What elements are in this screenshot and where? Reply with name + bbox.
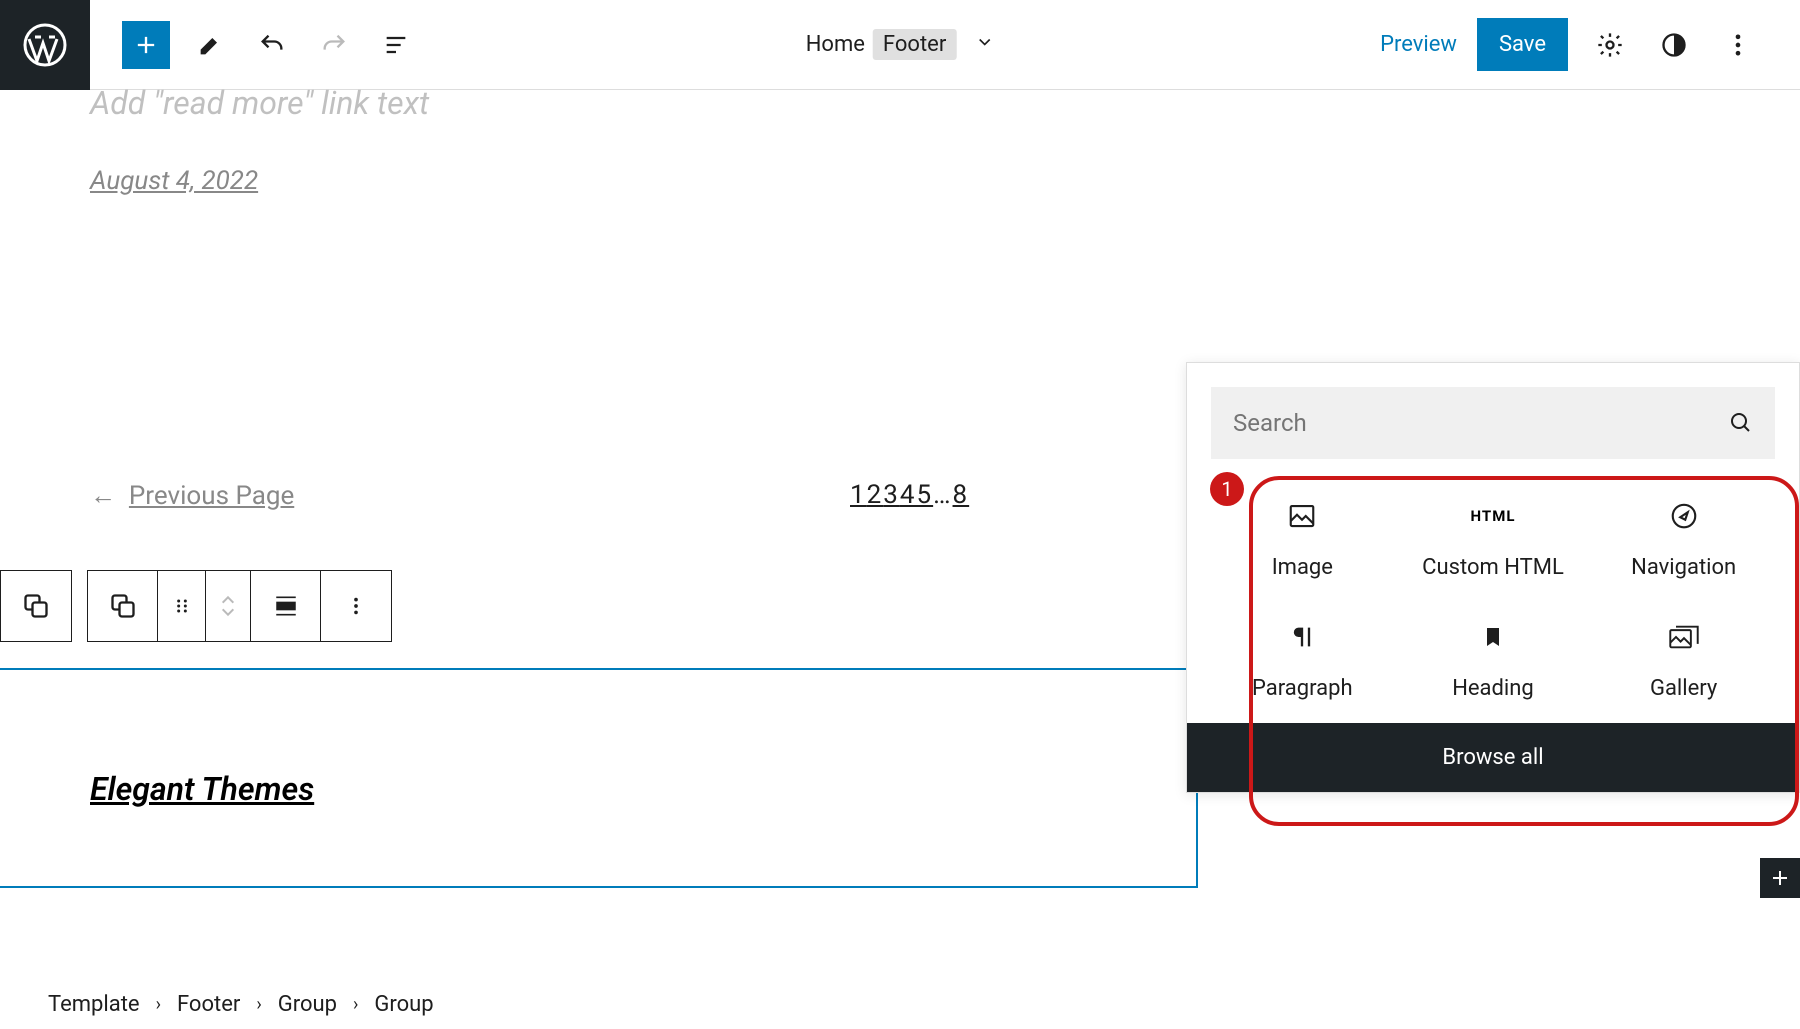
block-item-custom-html[interactable]: HTML Custom HTML [1398,499,1589,580]
block-label: Image [1272,555,1333,580]
block-label: Paragraph [1252,676,1353,701]
kebab-icon [345,595,367,617]
block-more-button[interactable] [321,571,391,641]
page-dots: … [933,480,952,510]
block-label: Gallery [1650,676,1717,701]
align-full-icon [273,593,299,619]
template-selector[interactable]: Home Footer [806,29,995,60]
compass-icon [1669,499,1699,533]
group-icon [109,592,137,620]
block-label: Heading [1452,676,1534,701]
more-options-button[interactable] [1716,23,1760,67]
block-label: Navigation [1631,555,1736,580]
redo-icon [320,31,348,59]
previous-page-label[interactable]: Previous Page [129,481,294,511]
undo-button[interactable] [250,23,294,67]
breadcrumb-item[interactable]: Footer [177,992,240,1017]
select-parent-button[interactable] [1,571,71,641]
plus-icon [1768,866,1792,890]
block-inserter-popup: Image HTML Custom HTML Navigation Paragr… [1186,362,1800,793]
annotation-badge: 1 [1210,472,1244,506]
block-item-navigation[interactable]: Navigation [1588,499,1779,580]
block-item-image[interactable]: Image [1207,499,1398,580]
breadcrumb-item[interactable]: Group [278,992,337,1017]
drag-handle[interactable] [158,571,206,641]
read-more-placeholder[interactable]: Add "read more" link text [90,84,429,122]
parent-block-selector [0,570,72,642]
page-5[interactable]: 5 [917,480,934,510]
breadcrumb-item[interactable]: Template [48,992,140,1017]
wordpress-icon [21,21,69,69]
block-item-heading[interactable]: Heading [1398,620,1589,701]
pencil-icon [196,31,224,59]
image-icon [1287,499,1317,533]
previous-page-link[interactable]: ← Previous Page [90,480,294,511]
block-appender-button[interactable] [1760,858,1800,898]
move-arrows [206,571,251,641]
gallery-icon [1668,620,1700,654]
page-3[interactable]: 3 [883,480,900,510]
block-item-gallery[interactable]: Gallery [1588,620,1779,701]
preview-button[interactable]: Preview [1380,32,1457,57]
editor-canvas: Add "read more" link text August 4, 2022… [0,90,1800,989]
block-type-button[interactable] [88,571,158,641]
undo-icon [258,31,286,59]
breadcrumb-item[interactable]: Group [374,992,433,1017]
html-icon: HTML [1471,499,1516,533]
edit-tool-button[interactable] [188,23,232,67]
page-1[interactable]: 1 [850,480,867,510]
block-toolbar [0,570,392,642]
bookmark-icon [1481,620,1505,654]
page-8[interactable]: 8 [953,480,970,510]
browse-all-button[interactable]: Browse all [1187,723,1799,792]
template-part-badge: Footer [873,29,956,60]
template-home-label: Home [806,32,865,57]
chevron-up-icon[interactable] [220,594,236,606]
list-view-button[interactable] [374,23,418,67]
plus-icon [132,31,160,59]
wordpress-logo[interactable] [0,0,90,90]
pagination[interactable]: 12345…8 [850,480,969,510]
block-item-paragraph[interactable]: Paragraph [1207,620,1398,701]
align-button[interactable] [251,571,321,641]
redo-button[interactable] [312,23,356,67]
add-block-button[interactable] [122,21,170,69]
chevron-right-icon: › [353,994,358,1015]
drag-icon [172,596,192,616]
blocks-grid: Image HTML Custom HTML Navigation Paragr… [1187,481,1799,723]
inserter-search[interactable] [1211,387,1775,459]
block-controls [87,570,392,642]
contrast-icon [1660,31,1688,59]
styles-button[interactable] [1652,23,1696,67]
breadcrumb: Template › Footer › Group › Group [0,979,434,1029]
paragraph-icon [1288,620,1316,654]
settings-button[interactable] [1588,23,1632,67]
toolbar-left [90,21,418,69]
kebab-icon [1724,31,1752,59]
arrow-left-icon: ← [90,481,116,511]
post-date[interactable]: August 4, 2022 [90,166,258,196]
chevron-down-icon[interactable] [220,606,236,618]
chevron-right-icon: › [156,994,161,1015]
top-toolbar: Home Footer Preview Save [0,0,1800,90]
save-button[interactable]: Save [1477,18,1568,71]
site-title[interactable]: Elegant Themes [90,770,314,808]
search-input[interactable] [1233,409,1729,437]
gear-icon [1596,31,1624,59]
page-4[interactable]: 4 [900,480,917,510]
chevron-right-icon: › [256,994,261,1015]
toolbar-right: Preview Save [1380,18,1800,71]
chevron-down-icon [974,32,994,58]
block-label: Custom HTML [1422,555,1564,580]
page-2[interactable]: 2 [867,480,884,510]
list-view-icon [382,31,410,59]
search-icon [1729,411,1753,435]
group-parent-icon [22,592,50,620]
